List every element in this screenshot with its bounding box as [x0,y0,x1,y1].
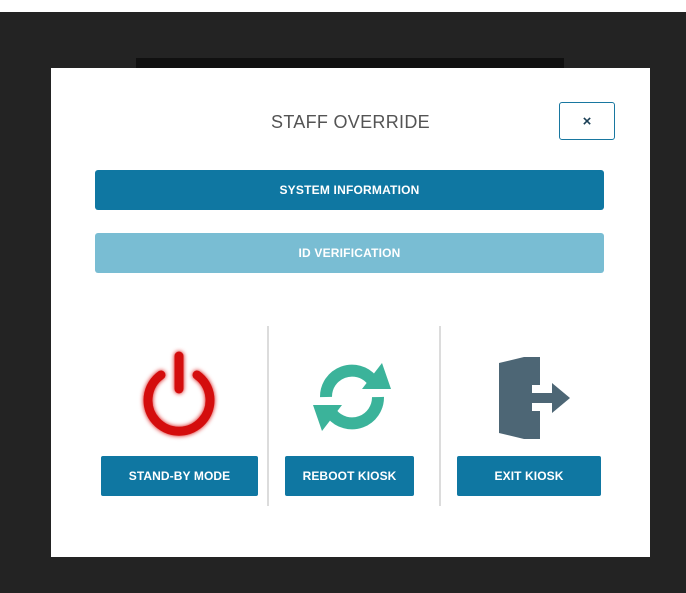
staff-override-modal: STAFF OVERRIDE × SYSTEM INFORMATION ID V… [51,68,650,557]
stand-by-mode-button[interactable]: STAND-BY MODE [101,456,258,496]
system-information-button[interactable]: SYSTEM INFORMATION [95,170,604,210]
column-divider [439,326,441,506]
id-verification-button[interactable]: ID VERIFICATION [95,233,604,273]
reboot-icon[interactable] [302,355,402,439]
reboot-kiosk-button[interactable]: REBOOT KIOSK [285,456,414,496]
power-icon[interactable] [134,347,224,443]
exit-door-icon[interactable] [486,355,576,441]
exit-kiosk-button[interactable]: EXIT KIOSK [457,456,601,496]
close-icon: × [582,112,592,130]
column-divider [267,326,269,506]
close-button[interactable]: × [559,102,615,140]
